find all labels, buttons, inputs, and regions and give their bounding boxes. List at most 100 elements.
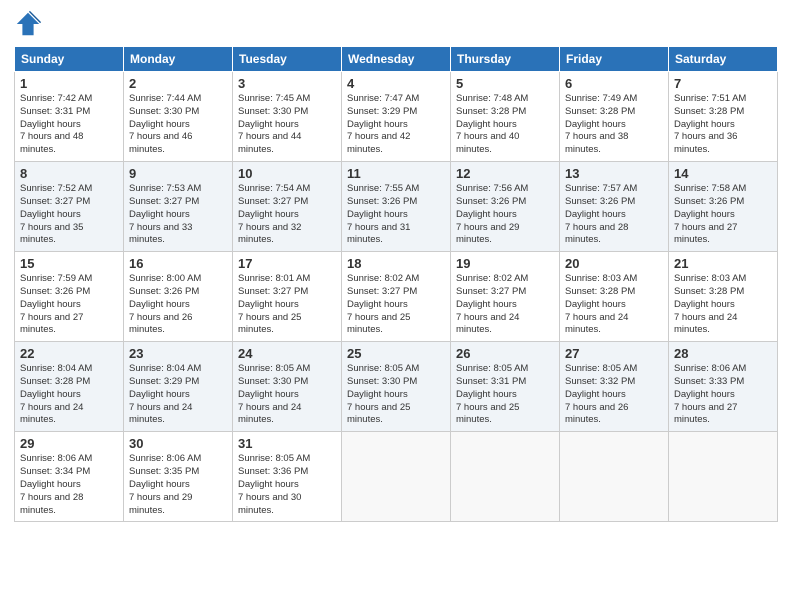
- day-info: Sunrise: 8:02 AM Sunset: 3:27 PM Dayligh…: [456, 273, 554, 337]
- sunset-label: Sunset: 3:26 PM: [456, 196, 526, 207]
- daylight-value: 7 hours and 27 minutes.: [20, 312, 83, 336]
- calendar-cell: 12 Sunrise: 7:56 AM Sunset: 3:26 PM Dayl…: [451, 162, 560, 252]
- calendar-cell: 19 Sunrise: 8:02 AM Sunset: 3:27 PM Dayl…: [451, 252, 560, 342]
- sunrise-label: Sunrise: 8:02 AM: [347, 273, 419, 284]
- day-number: 21: [674, 256, 772, 271]
- day-info: Sunrise: 7:54 AM Sunset: 3:27 PM Dayligh…: [238, 183, 336, 247]
- sunset-label: Sunset: 3:28 PM: [674, 286, 744, 297]
- calendar-cell: 2 Sunrise: 7:44 AM Sunset: 3:30 PM Dayli…: [124, 72, 233, 162]
- calendar-cell: 25 Sunrise: 8:05 AM Sunset: 3:30 PM Dayl…: [342, 342, 451, 432]
- calendar-cell: 1 Sunrise: 7:42 AM Sunset: 3:31 PM Dayli…: [15, 72, 124, 162]
- sunset-label: Sunset: 3:34 PM: [20, 466, 90, 477]
- day-number: 5: [456, 76, 554, 91]
- day-info: Sunrise: 8:06 AM Sunset: 3:33 PM Dayligh…: [674, 363, 772, 427]
- day-info: Sunrise: 8:04 AM Sunset: 3:29 PM Dayligh…: [129, 363, 227, 427]
- sunset-label: Sunset: 3:27 PM: [238, 286, 308, 297]
- daylight-value: 7 hours and 25 minutes.: [347, 312, 410, 336]
- calendar-cell: 20 Sunrise: 8:03 AM Sunset: 3:28 PM Dayl…: [560, 252, 669, 342]
- daylight-value: 7 hours and 35 minutes.: [20, 222, 83, 246]
- calendar-cell: 28 Sunrise: 8:06 AM Sunset: 3:33 PM Dayl…: [669, 342, 778, 432]
- calendar-week-3: 15 Sunrise: 7:59 AM Sunset: 3:26 PM Dayl…: [15, 252, 778, 342]
- sunset-label: Sunset: 3:30 PM: [238, 106, 308, 117]
- day-info: Sunrise: 8:00 AM Sunset: 3:26 PM Dayligh…: [129, 273, 227, 337]
- daylight-value: 7 hours and 24 minutes.: [20, 402, 83, 426]
- sunrise-label: Sunrise: 8:04 AM: [129, 363, 201, 374]
- sunrise-label: Sunrise: 7:47 AM: [347, 93, 419, 104]
- calendar-cell: [451, 432, 560, 522]
- day-number: 22: [20, 346, 118, 361]
- sunrise-label: Sunrise: 8:05 AM: [456, 363, 528, 374]
- daylight-value: 7 hours and 26 minutes.: [129, 312, 192, 336]
- daylight-value: 7 hours and 24 minutes.: [565, 312, 628, 336]
- day-number: 20: [565, 256, 663, 271]
- calendar-cell: 21 Sunrise: 8:03 AM Sunset: 3:28 PM Dayl…: [669, 252, 778, 342]
- day-info: Sunrise: 8:04 AM Sunset: 3:28 PM Dayligh…: [20, 363, 118, 427]
- daylight-label: Daylight hours: [238, 479, 299, 490]
- calendar-cell: 9 Sunrise: 7:53 AM Sunset: 3:27 PM Dayli…: [124, 162, 233, 252]
- daylight-label: Daylight hours: [20, 119, 81, 130]
- sunrise-label: Sunrise: 8:00 AM: [129, 273, 201, 284]
- daylight-value: 7 hours and 29 minutes.: [129, 492, 192, 516]
- daylight-label: Daylight hours: [20, 299, 81, 310]
- day-number: 19: [456, 256, 554, 271]
- sunset-label: Sunset: 3:28 PM: [565, 106, 635, 117]
- sunrise-label: Sunrise: 7:45 AM: [238, 93, 310, 104]
- day-number: 26: [456, 346, 554, 361]
- calendar-cell: 26 Sunrise: 8:05 AM Sunset: 3:31 PM Dayl…: [451, 342, 560, 432]
- sunset-label: Sunset: 3:30 PM: [129, 106, 199, 117]
- daylight-label: Daylight hours: [347, 119, 408, 130]
- daylight-value: 7 hours and 27 minutes.: [674, 222, 737, 246]
- calendar-cell: 8 Sunrise: 7:52 AM Sunset: 3:27 PM Dayli…: [15, 162, 124, 252]
- sunrise-label: Sunrise: 8:02 AM: [456, 273, 528, 284]
- calendar-header-wednesday: Wednesday: [342, 47, 451, 72]
- calendar-cell: 22 Sunrise: 8:04 AM Sunset: 3:28 PM Dayl…: [15, 342, 124, 432]
- sunset-label: Sunset: 3:36 PM: [238, 466, 308, 477]
- daylight-label: Daylight hours: [129, 209, 190, 220]
- day-info: Sunrise: 7:42 AM Sunset: 3:31 PM Dayligh…: [20, 93, 118, 157]
- daylight-label: Daylight hours: [674, 209, 735, 220]
- page: SundayMondayTuesdayWednesdayThursdayFrid…: [0, 0, 792, 612]
- sunrise-label: Sunrise: 7:58 AM: [674, 183, 746, 194]
- daylight-label: Daylight hours: [347, 389, 408, 400]
- day-info: Sunrise: 7:52 AM Sunset: 3:27 PM Dayligh…: [20, 183, 118, 247]
- sunrise-label: Sunrise: 7:56 AM: [456, 183, 528, 194]
- day-number: 3: [238, 76, 336, 91]
- calendar-cell: 4 Sunrise: 7:47 AM Sunset: 3:29 PM Dayli…: [342, 72, 451, 162]
- daylight-value: 7 hours and 42 minutes.: [347, 131, 410, 155]
- calendar-cell: [342, 432, 451, 522]
- day-info: Sunrise: 8:03 AM Sunset: 3:28 PM Dayligh…: [565, 273, 663, 337]
- daylight-value: 7 hours and 28 minutes.: [20, 492, 83, 516]
- day-number: 12: [456, 166, 554, 181]
- daylight-label: Daylight hours: [674, 389, 735, 400]
- day-info: Sunrise: 7:51 AM Sunset: 3:28 PM Dayligh…: [674, 93, 772, 157]
- sunset-label: Sunset: 3:28 PM: [20, 376, 90, 387]
- calendar-cell: [560, 432, 669, 522]
- day-number: 10: [238, 166, 336, 181]
- daylight-value: 7 hours and 36 minutes.: [674, 131, 737, 155]
- sunset-label: Sunset: 3:33 PM: [674, 376, 744, 387]
- daylight-value: 7 hours and 24 minutes.: [674, 312, 737, 336]
- sunset-label: Sunset: 3:27 PM: [456, 286, 526, 297]
- sunrise-label: Sunrise: 8:05 AM: [238, 363, 310, 374]
- daylight-value: 7 hours and 33 minutes.: [129, 222, 192, 246]
- daylight-value: 7 hours and 44 minutes.: [238, 131, 301, 155]
- calendar-cell: 27 Sunrise: 8:05 AM Sunset: 3:32 PM Dayl…: [560, 342, 669, 432]
- daylight-label: Daylight hours: [238, 209, 299, 220]
- daylight-label: Daylight hours: [456, 389, 517, 400]
- daylight-value: 7 hours and 30 minutes.: [238, 492, 301, 516]
- daylight-label: Daylight hours: [347, 299, 408, 310]
- day-number: 1: [20, 76, 118, 91]
- day-number: 6: [565, 76, 663, 91]
- daylight-value: 7 hours and 32 minutes.: [238, 222, 301, 246]
- calendar-cell: 29 Sunrise: 8:06 AM Sunset: 3:34 PM Dayl…: [15, 432, 124, 522]
- daylight-value: 7 hours and 46 minutes.: [129, 131, 192, 155]
- sunrise-label: Sunrise: 7:55 AM: [347, 183, 419, 194]
- sunset-label: Sunset: 3:30 PM: [238, 376, 308, 387]
- day-info: Sunrise: 8:05 AM Sunset: 3:36 PM Dayligh…: [238, 453, 336, 517]
- day-info: Sunrise: 7:59 AM Sunset: 3:26 PM Dayligh…: [20, 273, 118, 337]
- calendar-week-2: 8 Sunrise: 7:52 AM Sunset: 3:27 PM Dayli…: [15, 162, 778, 252]
- sunrise-label: Sunrise: 7:49 AM: [565, 93, 637, 104]
- daylight-value: 7 hours and 40 minutes.: [456, 131, 519, 155]
- calendar-cell: 16 Sunrise: 8:00 AM Sunset: 3:26 PM Dayl…: [124, 252, 233, 342]
- daylight-label: Daylight hours: [20, 389, 81, 400]
